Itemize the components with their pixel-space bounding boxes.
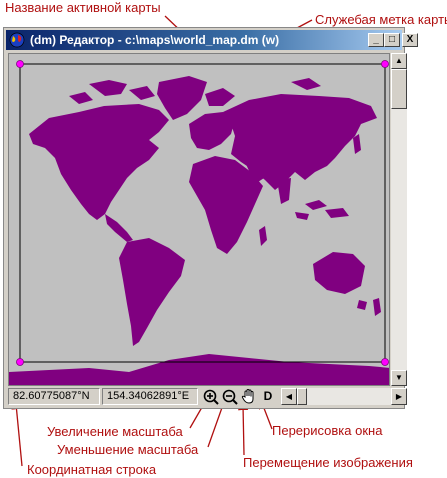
zoom-out-icon[interactable]	[221, 388, 239, 405]
title-bar[interactable]: (dm) Редактор - c:\maps\world_map.dm (w)…	[6, 30, 418, 50]
horizontal-scroll-thumb[interactable]	[297, 388, 307, 405]
vertical-scrollbar[interactable]: ▲ ▼	[391, 53, 407, 386]
status-bar: 82.60775087°N 154.34062891°E D ◀ ▶	[8, 387, 407, 406]
app-globe-icon[interactable]	[9, 32, 25, 48]
longitude-readout: 154.34062891°E	[102, 388, 198, 405]
north-america	[29, 104, 169, 220]
handle-top-right	[381, 60, 389, 68]
scroll-down-arrow-icon[interactable]: ▼	[391, 370, 407, 386]
scroll-left-arrow-icon[interactable]: ◀	[281, 388, 297, 405]
latitude-readout: 82.60775087°N	[8, 388, 100, 405]
greenland	[157, 76, 207, 120]
scroll-up-arrow-icon[interactable]: ▲	[391, 53, 407, 69]
handle-bottom-left	[16, 358, 24, 366]
horizontal-scrollbar[interactable]: ◀ ▶	[281, 388, 407, 405]
hand-icon[interactable]	[240, 388, 258, 405]
map-view[interactable]	[8, 53, 390, 386]
handle-bottom-right	[381, 358, 389, 366]
window-title: (dm) Редактор - c:\maps\world_map.dm (w)	[30, 33, 280, 47]
world-map[interactable]	[9, 54, 390, 386]
vertical-scroll-thumb[interactable]	[391, 69, 407, 109]
redraw-button[interactable]: D	[259, 388, 277, 405]
editor-window: (dm) Редактор - c:\maps\world_map.dm (w)…	[3, 27, 418, 409]
south-america	[119, 238, 185, 346]
scroll-right-arrow-icon[interactable]: ▶	[391, 388, 407, 405]
antarctica	[9, 354, 389, 385]
maximize-button[interactable]: □	[384, 33, 400, 47]
handle-top-left	[16, 60, 24, 68]
minimize-button[interactable]: _	[368, 33, 384, 47]
close-button[interactable]: X	[402, 33, 418, 47]
land-masses	[9, 76, 389, 385]
australia	[313, 252, 365, 294]
zoom-in-icon[interactable]	[202, 388, 220, 405]
